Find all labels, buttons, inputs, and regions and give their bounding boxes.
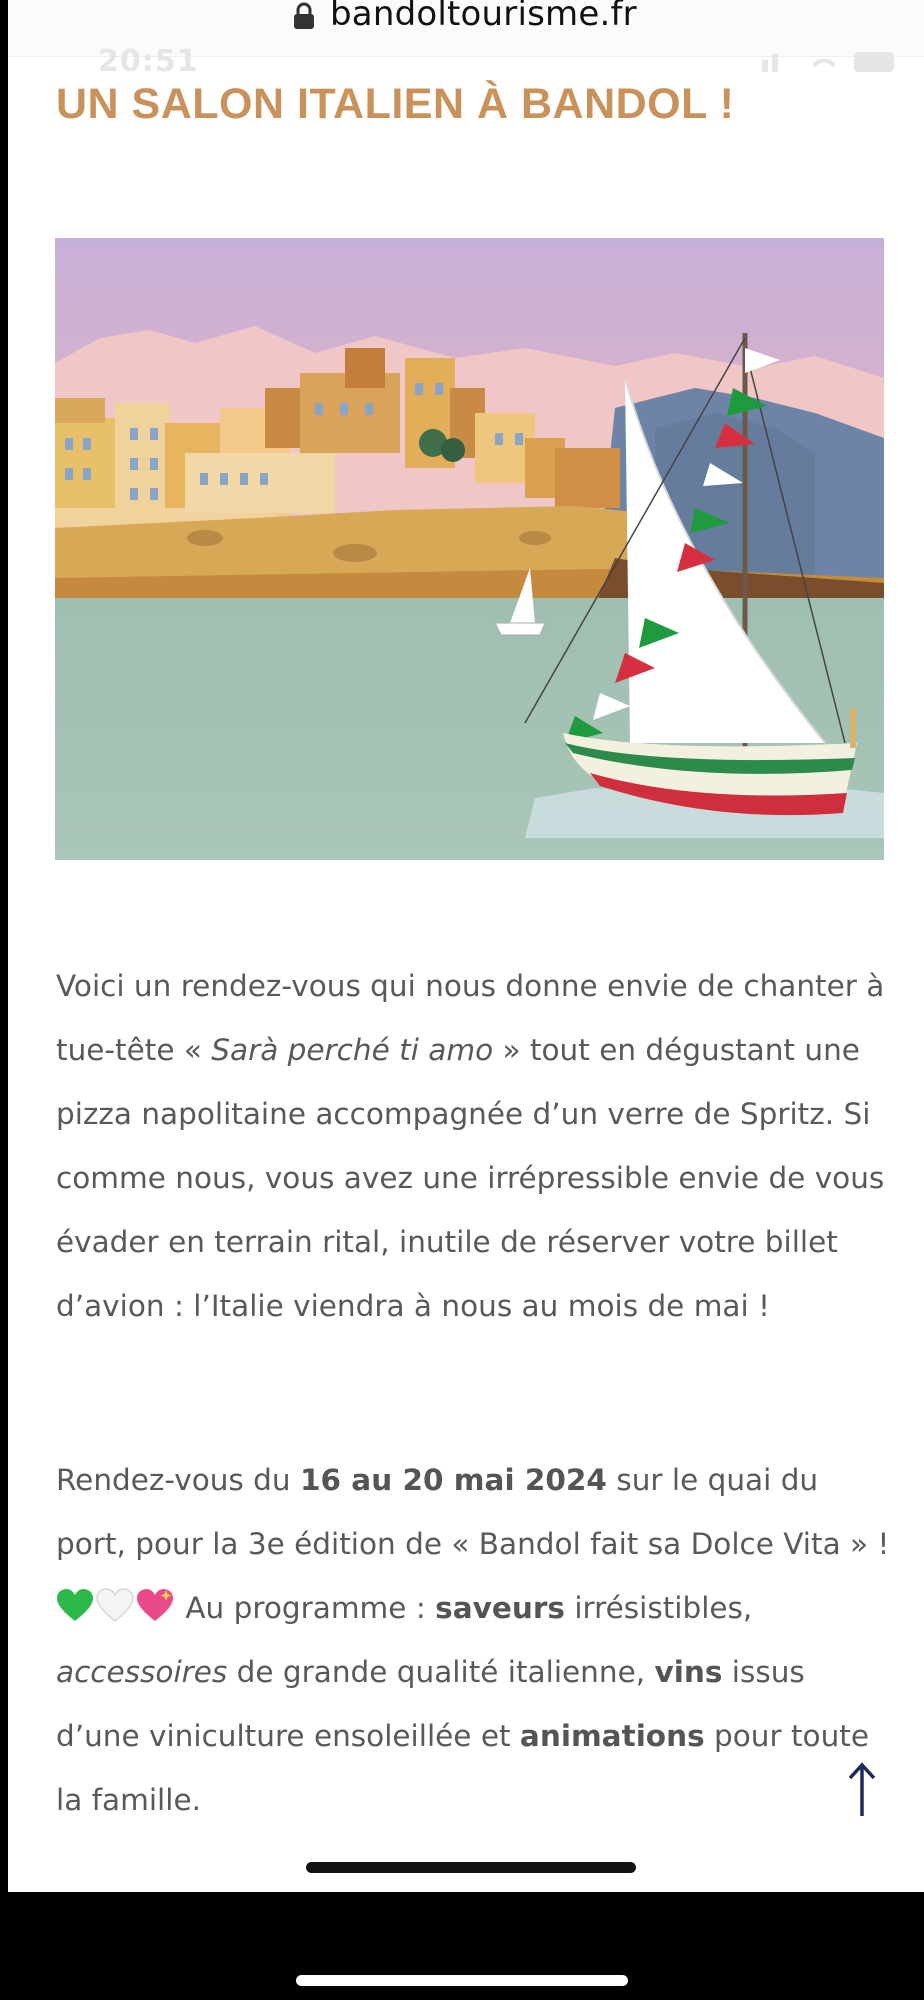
event-text-5: de grande qualité italienne, [227, 1655, 655, 1689]
sparkling-heart-icon [137, 1589, 173, 1621]
event-dates: 16 au 20 mai 2024 [299, 1463, 607, 1497]
page-title: UN SALON ITALIEN À BANDOL ! [56, 80, 735, 128]
green-heart-icon [57, 1589, 93, 1621]
arrow-up-icon[interactable] [840, 1760, 884, 1820]
screen-edge [0, 0, 8, 1892]
intro-paragraph: Voici un rendez-vous qui nous donne envi… [56, 954, 896, 1338]
status-clock: 20:51 [98, 44, 199, 79]
lock-icon [294, 2, 314, 29]
song-title: Sarà perché ti amo [211, 1033, 494, 1067]
event-paragraph: Rendez-vous du 16 au 20 mai 2024 sur le … [56, 1448, 896, 1832]
keyword-vins: vins [654, 1655, 723, 1689]
url-text[interactable]: bandoltourisme.fr [330, 0, 637, 34]
intro-text-2: » tout en dégustant une pizza napolitain… [56, 1033, 885, 1323]
keyword-saveurs: saveurs [435, 1591, 565, 1625]
browser-screen: bandoltourisme.fr 20:51 UN SALON ITALIEN… [8, 0, 924, 1892]
home-indicator[interactable] [306, 1862, 636, 1873]
status-icons [762, 52, 894, 72]
keyword-animations: animations [519, 1719, 705, 1753]
system-home-indicator[interactable] [296, 1975, 628, 1986]
event-text-1: Rendez-vous du [56, 1463, 300, 1497]
hero-illustration [55, 238, 884, 860]
white-heart-icon [96, 1588, 134, 1622]
event-text-3: Au programme : [176, 1591, 436, 1625]
keyword-accessoires: accessoires [56, 1655, 228, 1689]
event-text-4: irrésistibles, [564, 1591, 753, 1625]
